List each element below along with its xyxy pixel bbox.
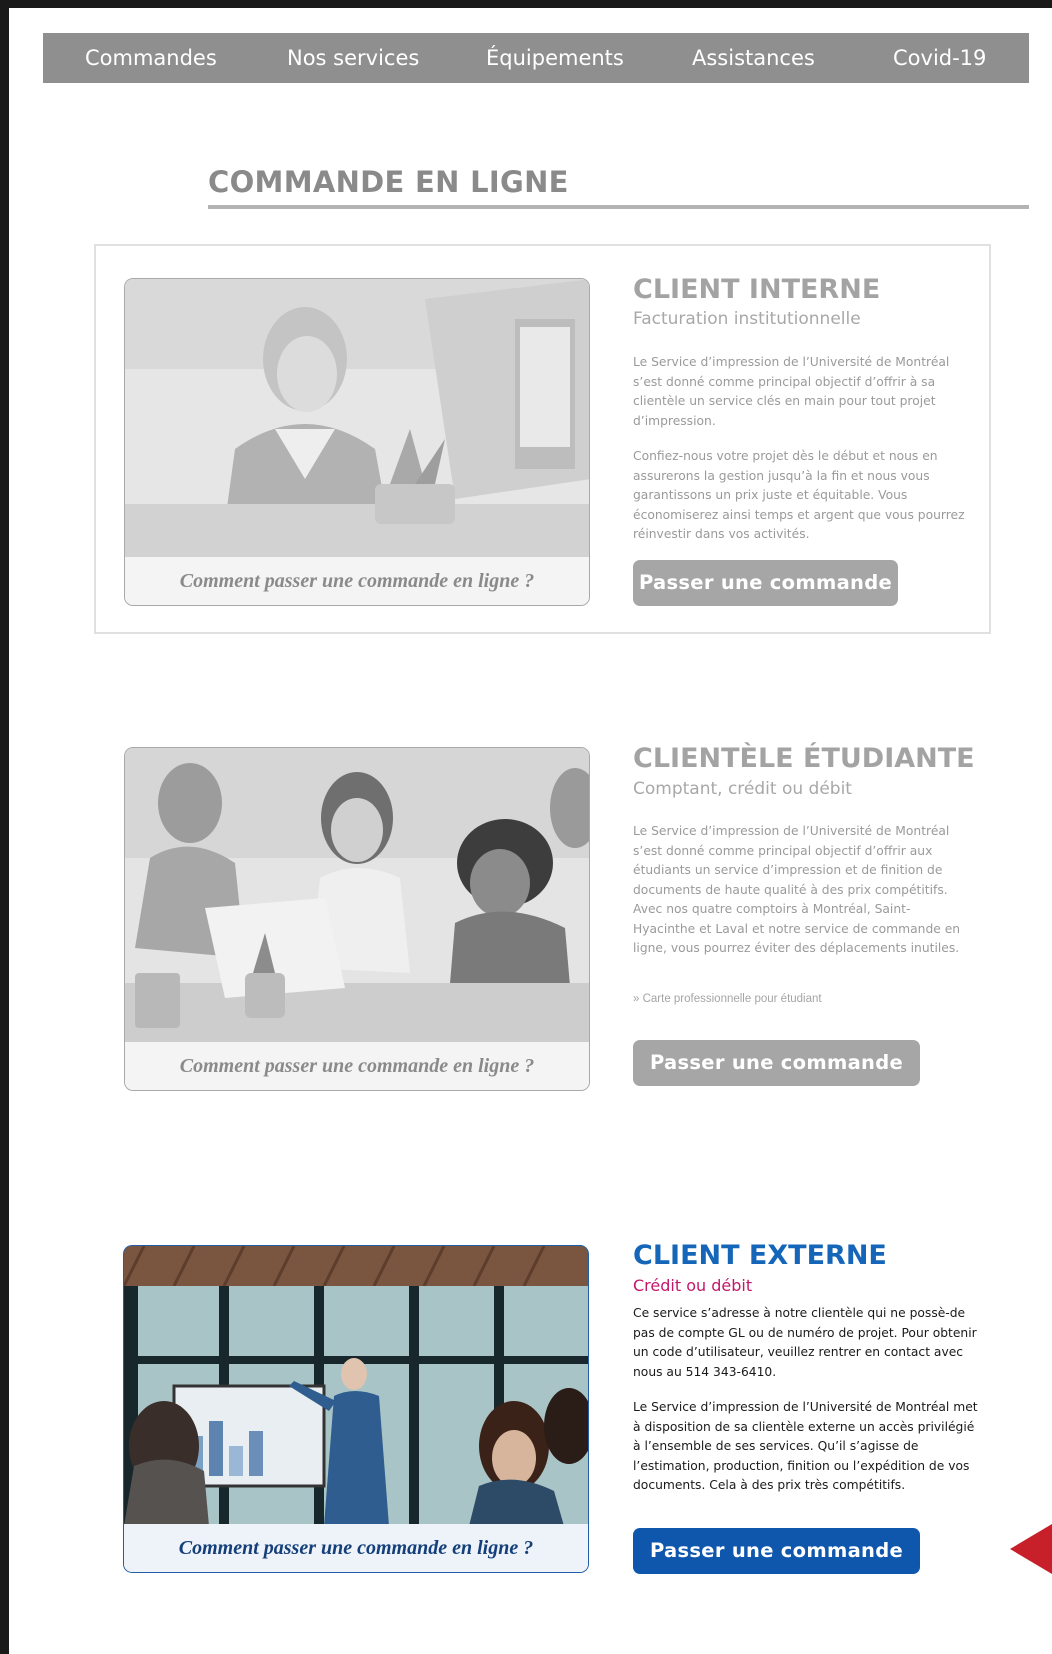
client-externe-help-link[interactable]: Comment passer une commande en ligne ? <box>124 1524 588 1572</box>
title-underline <box>208 205 1029 209</box>
client-externe-order-button[interactable]: Passer une commande <box>633 1528 920 1574</box>
client-interne-paragraph-1: Le Service d’impression de l’Université … <box>633 355 950 428</box>
client-externe-subtitle: Crédit ou débit <box>633 1276 753 1295</box>
etudiant-help-link[interactable]: Comment passer une commande en ligne ? <box>125 1042 589 1090</box>
etudiant-subtitle: Comptant, crédit ou débit <box>633 779 852 799</box>
etudiant-paragraph-1: Le Service d’impression de l’Université … <box>633 824 961 955</box>
page-title: COMMANDE EN LIGNE <box>208 165 569 199</box>
client-interne-help-link[interactable]: Comment passer une commande en ligne ? <box>125 557 589 605</box>
nav-item-nos-services[interactable]: Nos services <box>287 33 419 83</box>
client-interne-subtitle: Facturation institutionnelle <box>633 309 861 329</box>
nav-item-assistances[interactable]: Assistances <box>692 33 815 83</box>
students-photo <box>125 748 589 1044</box>
client-interne-image-panel: Comment passer une commande en ligne ? <box>124 278 590 606</box>
pointer-arrow-icon <box>1010 1524 1052 1574</box>
client-externe-title: CLIENT EXTERNE <box>633 1240 887 1271</box>
client-externe-paragraph-2: Le Service d’impression de l’Université … <box>633 1400 978 1492</box>
carte-etudiant-link[interactable]: » Carte professionnelle pour étudiant <box>633 993 822 1005</box>
client-externe-paragraph-1: Ce service s’adresse à notre clientèle q… <box>633 1306 977 1379</box>
client-interne-paragraph-2: Confiez-nous votre projet dès le début e… <box>633 449 965 541</box>
client-interne-order-button[interactable]: Passer une commande <box>633 560 898 606</box>
nav-item-commandes[interactable]: Commandes <box>85 33 217 83</box>
nav-item-covid-19[interactable]: Covid-19 <box>893 33 986 83</box>
presentation-meeting-photo <box>124 1246 588 1526</box>
client-externe-image-panel: Comment passer une commande en ligne ? <box>123 1245 589 1573</box>
top-navigation: Commandes Nos services Équipements Assis… <box>43 33 1029 83</box>
client-interne-title: CLIENT INTERNE <box>633 274 881 305</box>
nav-item-equipements[interactable]: Équipements <box>486 33 624 83</box>
etudiant-title: CLIENTÈLE ÉTUDIANTE <box>633 743 975 774</box>
office-woman-photo <box>125 279 589 559</box>
etudiant-order-button[interactable]: Passer une commande <box>633 1040 920 1086</box>
etudiant-image-panel: Comment passer une commande en ligne ? <box>124 747 590 1091</box>
